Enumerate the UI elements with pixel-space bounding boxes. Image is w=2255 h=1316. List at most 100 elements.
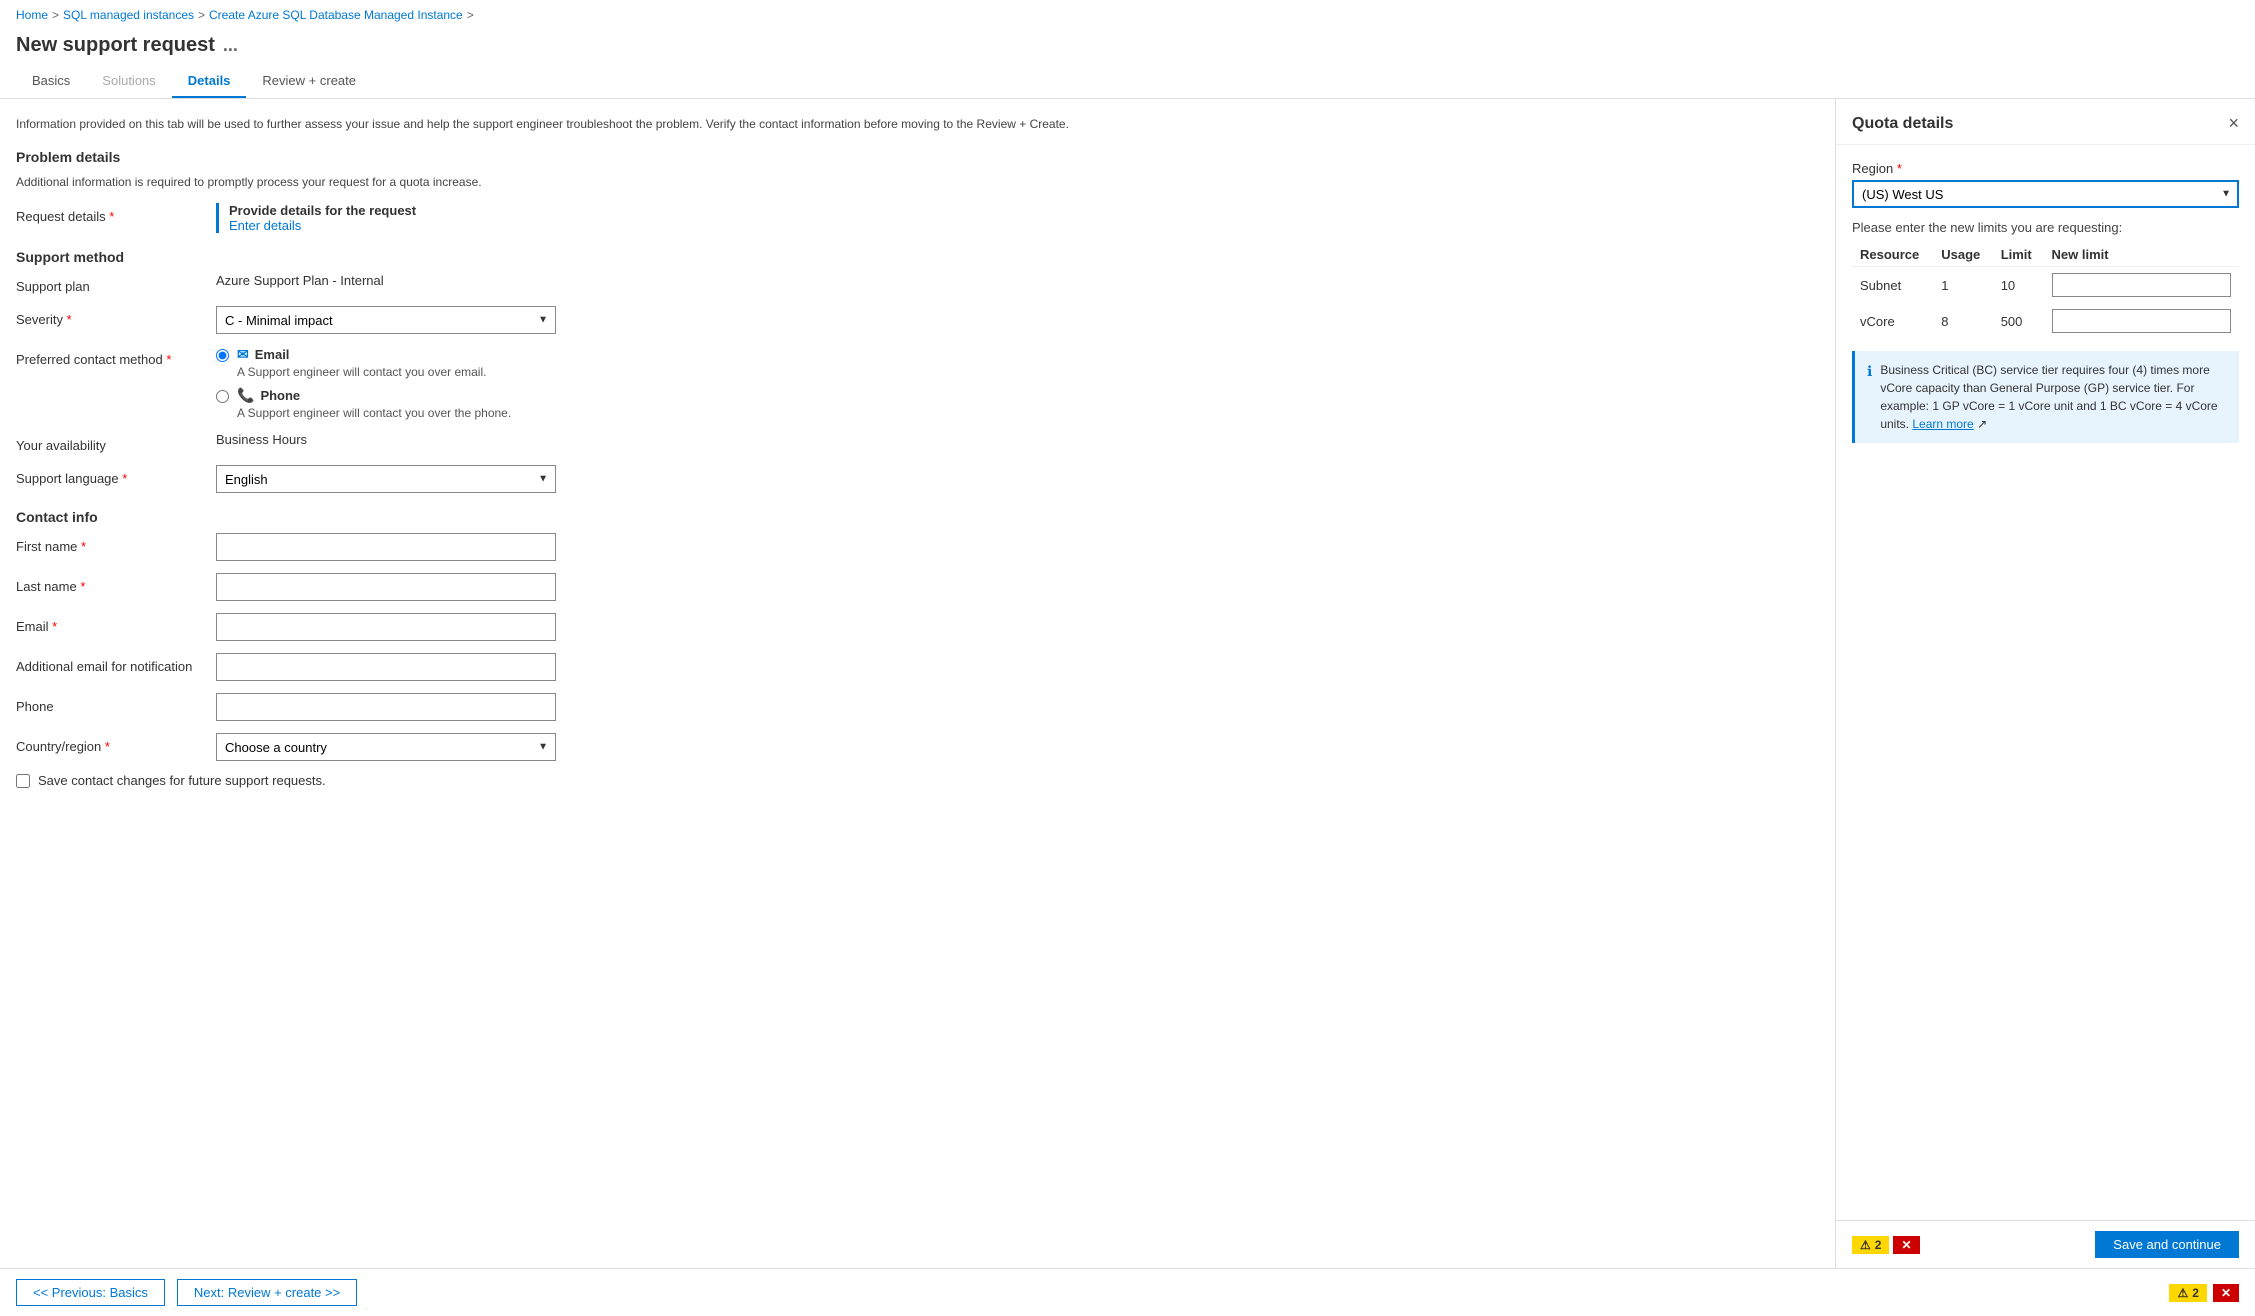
contact-radio-group: ✉ Email A Support engineer will contact … [216,346,1819,420]
email-radio-item: ✉ Email A Support engineer will contact … [216,346,1819,379]
first-name-input[interactable] [216,533,556,561]
enter-details-link[interactable]: Enter details [229,218,301,233]
error-icon: ✕ [2221,1286,2231,1300]
tab-details[interactable]: Details [172,65,247,98]
support-language-row: Support language * English French German… [16,465,1819,493]
support-language-select[interactable]: English French German Spanish [216,465,556,493]
info-icon: ℹ [1867,361,1872,433]
breadcrumb-create[interactable]: Create Azure SQL Database Managed Instan… [209,8,463,22]
breadcrumb-sep1: > [52,8,59,22]
limit-subnet: 10 [1993,267,2044,304]
phone-desc: A Support engineer will contact you over… [237,406,511,420]
contact-info-title: Contact info [16,509,1819,525]
severity-field[interactable]: C - Minimal impact B - Moderate impact A… [216,306,1819,334]
quota-warning-count: 2 [1875,1238,1882,1252]
quota-panel: Quota details × Region * (US) West US (U… [1835,99,2255,1268]
country-select[interactable]: Choose a country United States United Ki… [216,733,556,761]
more-options-button[interactable]: ... [223,35,238,56]
new-limit-vcore-input[interactable] [2052,309,2232,333]
quota-instruction: Please enter the new limits you are requ… [1852,220,2239,235]
support-method-title: Support method [16,249,1819,265]
availability-row: Your availability Business Hours [16,432,1819,453]
quota-title: Quota details [1852,115,1953,133]
quota-error-icon: ✕ [1901,1238,1911,1252]
quota-warning-badge: ⚠ 2 [1852,1236,1889,1254]
prev-basics-button[interactable]: << Previous: Basics [16,1279,165,1306]
contact-method-row: Preferred contact method * ✉ Email A Sup… [16,346,1819,420]
save-continue-button[interactable]: Save and continue [2095,1231,2239,1258]
availability-label: Your availability [16,432,216,453]
warning-count: 2 [2192,1286,2199,1300]
phone-radio[interactable] [216,390,229,403]
breadcrumb-sep2: > [198,8,205,22]
breadcrumb-home[interactable]: Home [16,8,48,22]
col-limit: Limit [1993,243,2044,267]
usage-vcore: 8 [1933,303,1992,339]
additional-email-row: Additional email for notification [16,653,1819,681]
contact-method-label: Preferred contact method * [16,346,216,367]
region-label: Region * [1852,161,2239,176]
phone-input[interactable] [216,693,556,721]
email-input[interactable] [216,613,556,641]
availability-value: Business Hours [216,428,307,447]
phone-field-label: Phone [16,693,216,714]
email-radio[interactable] [216,349,229,362]
error-badge: ✕ [2213,1284,2239,1302]
warning-badge: ⚠ 2 [2169,1284,2206,1302]
tab-bar: Basics Solutions Details Review + create [0,65,2255,99]
country-label: Country/region * [16,733,216,754]
phone-field-row: Phone [16,693,1819,721]
provide-details-title: Provide details for the request [229,203,1819,218]
col-resource: Resource [1852,243,1933,267]
save-contact-checkbox[interactable] [16,774,30,788]
provide-details-block: Provide details for the request Enter de… [216,203,1819,233]
new-limit-subnet-input[interactable] [2052,273,2232,297]
support-language-label: Support language * [16,465,216,486]
page-title: New support request [16,34,215,57]
additional-email-input[interactable] [216,653,556,681]
learn-more-link[interactable]: Learn more [1912,417,1973,431]
tab-solutions: Solutions [86,65,171,98]
additional-email-label: Additional email for notification [16,653,216,674]
quota-error-badge: ✕ [1893,1236,1919,1254]
breadcrumb-sql[interactable]: SQL managed instances [63,8,194,22]
severity-select[interactable]: C - Minimal impact B - Moderate impact A… [216,306,556,334]
region-select[interactable]: (US) West US (US) East US (EU) West Euro… [1852,180,2239,208]
last-name-row: Last name * [16,573,1819,601]
request-details-label: Request details * [16,203,216,224]
support-language-field[interactable]: English French German Spanish ▼ [216,465,1819,493]
quota-table: Resource Usage Limit New limit Subnet 1 … [1852,243,2239,339]
table-row: Subnet 1 10 [1852,267,2239,304]
tab-review-create[interactable]: Review + create [246,65,372,98]
warning-area: ⚠ 2 ✕ [2169,1284,2239,1302]
phone-radio-item: 📞 Phone A Support engineer will contact … [216,387,1819,420]
region-select-wrapper[interactable]: (US) West US (US) East US (EU) West Euro… [1852,180,2239,208]
resource-subnet: Subnet [1852,267,1933,304]
severity-label: Severity * [16,306,216,327]
contact-method-options: ✉ Email A Support engineer will contact … [216,346,1819,420]
breadcrumb-sep3: > [467,8,474,22]
support-plan-value: Azure Support Plan - Internal [216,273,1819,288]
bottom-bar: << Previous: Basics Next: Review + creat… [0,1268,2255,1316]
resource-vcore: vCore [1852,303,1933,339]
save-contact-label: Save contact changes for future support … [38,773,326,788]
limit-vcore: 500 [1993,303,2044,339]
save-contact-row: Save contact changes for future support … [16,773,1819,788]
country-row: Country/region * Choose a country United… [16,733,1819,761]
tab-basics[interactable]: Basics [16,65,86,98]
usage-subnet: 1 [1933,267,1992,304]
support-plan-label: Support plan [16,273,216,294]
last-name-label: Last name * [16,573,216,594]
next-review-button[interactable]: Next: Review + create >> [177,1279,357,1306]
page-title-area: New support request ... [0,30,2255,65]
last-name-input[interactable] [216,573,556,601]
phone-label: Phone [260,388,300,403]
quota-close-button[interactable]: × [2228,113,2239,134]
breadcrumb: Home > SQL managed instances > Create Az… [0,0,2255,30]
info-text: Business Critical (BC) service tier requ… [1880,361,2227,433]
warning-icon: ⚠ [1860,1238,1871,1252]
quota-footer: ⚠ 2 ✕ Save and continue [1836,1220,2255,1268]
main-content: Information provided on this tab will be… [0,99,1835,1268]
table-row: vCore 8 500 [1852,303,2239,339]
email-field-label: Email * [16,613,216,634]
